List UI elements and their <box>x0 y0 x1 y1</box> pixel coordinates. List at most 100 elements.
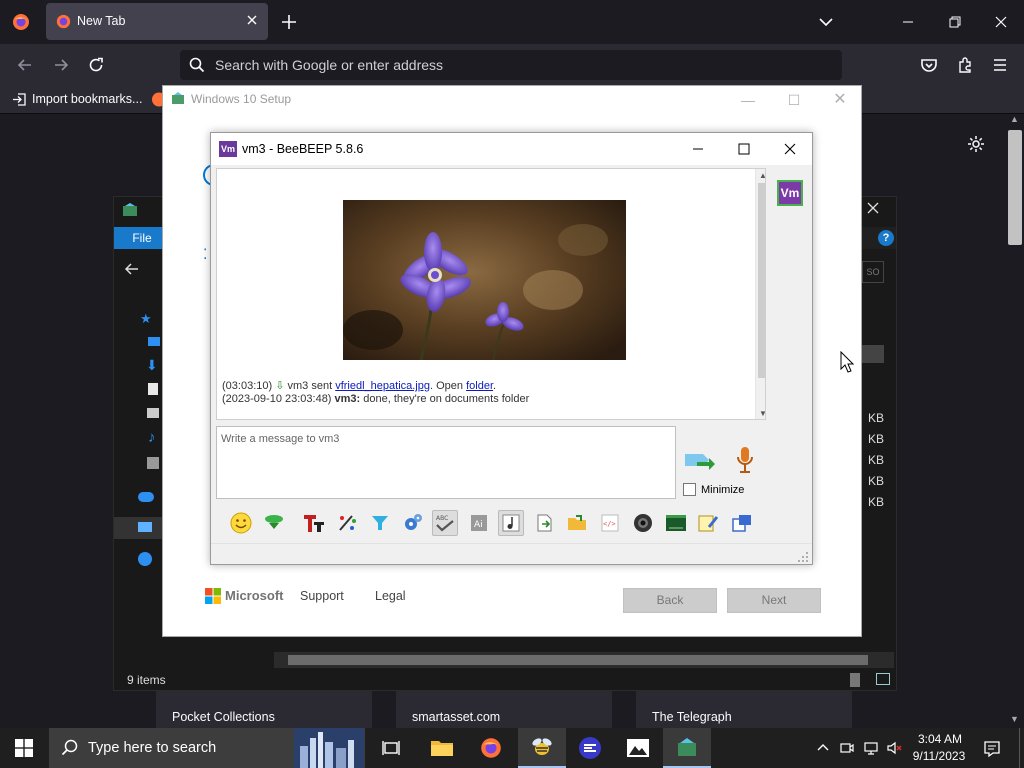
pocket-icon[interactable] <box>920 56 938 74</box>
this-pc-item[interactable] <box>114 517 166 539</box>
details-view-icon[interactable] <box>850 673 860 687</box>
avatar[interactable]: Vm <box>777 180 803 206</box>
tiles-view-icon[interactable] <box>876 673 890 685</box>
legal-link[interactable]: Legal <box>375 589 406 603</box>
scroll-down-icon[interactable]: ▼ <box>1010 714 1019 724</box>
start-button[interactable] <box>0 728 48 768</box>
firefox-taskbar-icon[interactable] <box>467 728 515 768</box>
clock-time[interactable]: 3:04 AM <box>915 732 965 746</box>
forward-icon[interactable] <box>52 56 70 74</box>
list-all-tabs-icon[interactable] <box>818 15 834 29</box>
send-icon[interactable] <box>683 446 717 474</box>
scrollbar-thumb[interactable] <box>1008 130 1022 245</box>
back-icon[interactable] <box>16 56 34 74</box>
settings-icon[interactable] <box>967 135 985 153</box>
chat-history[interactable]: (03:03:10) ⇩ vm3 sent vfriedl_hepatica.j… <box>216 168 766 420</box>
minimize-button[interactable] <box>675 133 721 165</box>
minimize-button[interactable]: — <box>725 86 771 114</box>
color-icon[interactable] <box>334 510 360 536</box>
spellcheck-icon[interactable]: ABC <box>432 510 458 536</box>
volume-muted-icon[interactable] <box>886 740 902 756</box>
videos-icon[interactable] <box>147 457 159 469</box>
folder-icon[interactable] <box>564 510 590 536</box>
folder-link[interactable]: folder <box>466 380 493 392</box>
code-icon[interactable]: </> <box>597 510 623 536</box>
screenshot-icon[interactable] <box>630 510 656 536</box>
font-icon[interactable] <box>301 510 327 536</box>
menu-icon[interactable] <box>992 56 1008 74</box>
reload-icon[interactable] <box>87 56 105 74</box>
network-icon[interactable] <box>138 552 152 566</box>
message-input[interactable]: Write a message to vm3 <box>216 426 676 499</box>
restore-window-icon[interactable] <box>947 14 963 30</box>
top-site-card[interactable]: The Telegraph <box>636 690 852 728</box>
new-tab-icon[interactable] <box>280 13 298 31</box>
tab-new-tab[interactable]: New Tab <box>46 3 268 40</box>
close-button[interactable]: ✕ <box>817 86 863 114</box>
beebeep-taskbar-icon[interactable] <box>518 728 566 768</box>
meet-now-icon[interactable] <box>839 740 855 756</box>
network-icon[interactable] <box>863 740 879 756</box>
microphone-icon[interactable] <box>735 445 755 475</box>
top-site-card[interactable]: Pocket Collections <box>156 690 372 728</box>
firefox-icon[interactable] <box>12 13 30 31</box>
file-link[interactable]: vfriedl_hepatica.jpg <box>335 380 430 392</box>
completer-icon[interactable]: Ai <box>466 510 492 536</box>
close-icon[interactable] <box>244 12 260 28</box>
terminal-icon[interactable] <box>663 510 689 536</box>
scroll-up-icon[interactable]: ▲ <box>1010 114 1019 124</box>
back-button[interactable]: Back <box>623 588 717 613</box>
resize-grip-icon[interactable] <box>797 551 809 563</box>
column-header[interactable] <box>862 345 884 363</box>
url-bar[interactable]: Search with Google or enter address <box>180 50 842 80</box>
scroll-up-icon[interactable]: ▲ <box>759 171 765 180</box>
close-window-icon[interactable] <box>993 14 1009 30</box>
support-link[interactable]: Support <box>300 589 344 603</box>
back-icon[interactable] <box>124 261 140 277</box>
scroll-down-icon[interactable]: ▼ <box>759 409 765 418</box>
quick-access-icon[interactable]: ★ <box>140 311 152 327</box>
extensions-icon[interactable] <box>956 56 974 74</box>
app-taskbar-icon[interactable] <box>566 728 614 768</box>
maximize-button[interactable]: ☐ <box>771 86 817 114</box>
shared-image-preview[interactable] <box>343 200 626 360</box>
help-icon[interactable]: ? <box>878 230 894 246</box>
explorer-hscrollbar[interactable] <box>274 652 894 668</box>
next-button[interactable]: Next <box>727 588 821 613</box>
close-icon[interactable] <box>866 201 880 215</box>
music-icon[interactable]: ♪ <box>148 429 156 446</box>
photos-taskbar-icon[interactable] <box>614 728 662 768</box>
music-icon[interactable] <box>498 510 524 536</box>
import-bookmarks-link[interactable]: Import bookmarks... <box>32 92 142 106</box>
settings-icon[interactable] <box>400 510 426 536</box>
file-explorer-taskbar-icon[interactable] <box>418 728 466 768</box>
downloads-icon[interactable]: ⬇ <box>146 357 158 374</box>
save-icon[interactable] <box>261 510 287 536</box>
scrollbar-thumb[interactable] <box>288 655 868 665</box>
onedrive-icon[interactable] <box>138 492 154 502</box>
filter-icon[interactable] <box>367 510 393 536</box>
top-site-card[interactable]: smartasset.com <box>396 690 612 728</box>
emoticon-icon[interactable] <box>228 510 254 536</box>
pictures-icon[interactable] <box>147 408 159 418</box>
share-icon[interactable] <box>729 510 755 536</box>
note-icon[interactable] <box>695 510 721 536</box>
scrollbar-thumb[interactable] <box>758 183 765 378</box>
taskbar-search[interactable]: Type here to search <box>49 728 365 768</box>
notifications-icon[interactable] <box>983 740 1001 758</box>
close-button[interactable] <box>767 133 813 165</box>
minimize-checkbox[interactable] <box>683 483 696 496</box>
documents-icon[interactable] <box>148 383 158 395</box>
maximize-button[interactable] <box>721 133 767 165</box>
search-box[interactable]: SO <box>862 261 884 283</box>
chevron-up-icon[interactable] <box>815 740 831 756</box>
setup-taskbar-icon[interactable] <box>663 728 711 768</box>
desktop-icon[interactable] <box>148 337 160 346</box>
windows-taskbar: Type here to search 3:04 AM 9/11/2023 <box>0 728 1024 768</box>
task-view-button[interactable] <box>367 728 415 768</box>
chat-scrollbar[interactable]: ▲ ▼ <box>755 169 765 419</box>
minimize-window-icon[interactable] <box>900 14 916 30</box>
send-file-icon[interactable] <box>532 510 558 536</box>
clock-date[interactable]: 9/11/2023 <box>909 749 969 763</box>
show-desktop-button[interactable] <box>1019 728 1024 768</box>
